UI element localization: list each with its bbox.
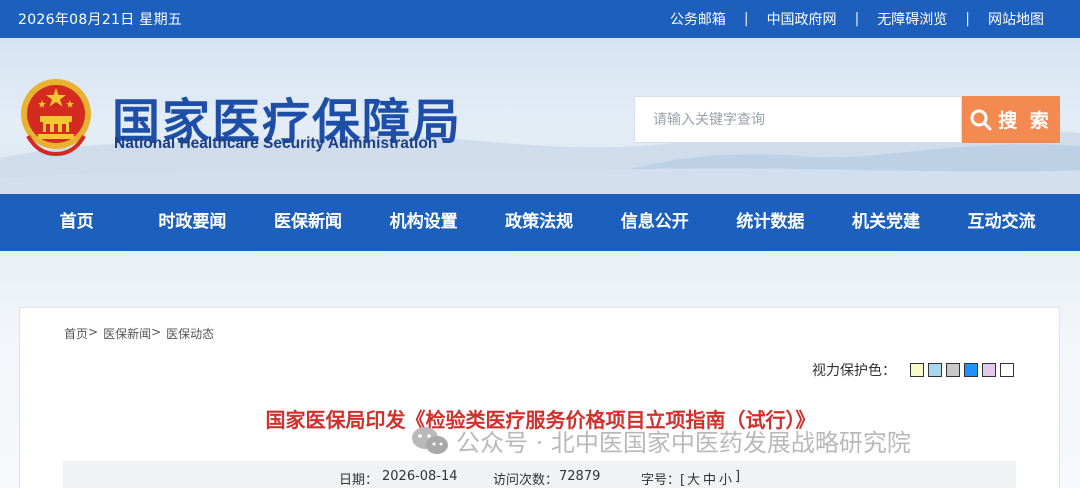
national-emblem-icon[interactable]	[18, 76, 94, 156]
main-nav: 首页 时政要闻 医保新闻 机构设置 政策法规 信息公开 统计数据 机关党建 互动…	[0, 194, 1080, 251]
link-separator: |	[965, 11, 970, 27]
nav-item-party[interactable]: 机关党建	[828, 194, 944, 251]
nav-item-org[interactable]: 机构设置	[366, 194, 482, 251]
swatch-white[interactable]	[1000, 363, 1014, 377]
font-medium-button[interactable]: 中	[703, 469, 716, 488]
meta-visits-label: 访问次数：	[493, 473, 559, 488]
search-icon	[970, 109, 992, 130]
link-accessibility[interactable]: 无障碍浏览	[877, 9, 947, 29]
swatch-yellow[interactable]	[910, 363, 924, 377]
breadcrumb-arrow: >	[151, 325, 162, 339]
article-panel: 首页 > 医保新闻 > 医保动态 视力保护色： 国家医保局印发《检验类医疗服务价…	[19, 307, 1060, 488]
swatch-purple[interactable]	[982, 363, 996, 377]
meta-visits: 72879	[559, 469, 601, 484]
watermark-text: 公众号 · 北中医国家中医药发展战略研究院	[456, 429, 911, 457]
nav-item-stats[interactable]: 统计数据	[713, 194, 829, 251]
article-meta: 日期： 2026-08-14 访问次数： 72879 字号：[ 大 中 小 ]	[63, 461, 1016, 488]
site-title-en: National Healthcare Security Administrat…	[114, 135, 438, 152]
top-bar: 2026年08月21日 星期五 公务邮箱 | 中国政府网 | 无障碍浏览 | 网…	[0, 0, 1080, 38]
top-links: 公务邮箱 | 中国政府网 | 无障碍浏览 | 网站地图	[670, 9, 1044, 29]
link-gov[interactable]: 中国政府网	[767, 9, 837, 29]
font-small-button[interactable]: 小	[719, 469, 732, 488]
search-button-label: 搜 索	[998, 110, 1052, 132]
meta-fontsize-close: ]	[735, 469, 741, 484]
nav-item-info[interactable]: 信息公开	[597, 194, 713, 251]
vision-protection: 视力保护色：	[812, 360, 1018, 380]
swatch-lightblue[interactable]	[928, 363, 942, 377]
nav-item-news[interactable]: 医保新闻	[250, 194, 366, 251]
wechat-icon	[412, 426, 448, 454]
nav-item-politics[interactable]: 时政要闻	[135, 194, 251, 251]
nav-item-interact[interactable]: 互动交流	[944, 194, 1060, 251]
breadcrumb: 首页 > 医保新闻 > 医保动态	[64, 325, 214, 342]
search-button[interactable]: 搜 索	[962, 96, 1060, 143]
watermark: 公众号 · 北中医国家中医药发展战略研究院	[410, 423, 911, 458]
link-separator: |	[854, 11, 860, 27]
search-box	[634, 96, 962, 143]
nav-item-home[interactable]: 首页	[19, 194, 135, 251]
meta-date-label: 日期：	[339, 473, 379, 488]
color-swatches	[910, 363, 1018, 377]
swatch-gray[interactable]	[946, 363, 960, 377]
site-banner: 国家医疗保障局 National Healthcare Security Adm…	[0, 38, 1080, 194]
swatch-blue[interactable]	[964, 363, 978, 377]
link-separator: |	[743, 11, 749, 27]
vision-label: 视力保护色：	[812, 363, 896, 379]
breadcrumb-dynamics[interactable]: 医保动态	[166, 325, 214, 342]
font-large-button[interactable]: 大	[687, 469, 700, 488]
nav-item-policy[interactable]: 政策法规	[481, 194, 597, 251]
meta-fontsize-label: 字号：[	[641, 473, 686, 488]
current-date: 2026年08月21日 星期五	[18, 12, 183, 28]
breadcrumb-arrow: >	[88, 325, 99, 339]
link-sitemap[interactable]: 网站地图	[988, 9, 1044, 29]
search-input[interactable]	[635, 97, 961, 142]
meta-date: 2026-08-14	[382, 469, 458, 484]
link-email[interactable]: 公务邮箱	[670, 9, 726, 29]
breadcrumb-home[interactable]: 首页	[64, 325, 88, 342]
breadcrumb-news[interactable]: 医保新闻	[103, 325, 151, 342]
